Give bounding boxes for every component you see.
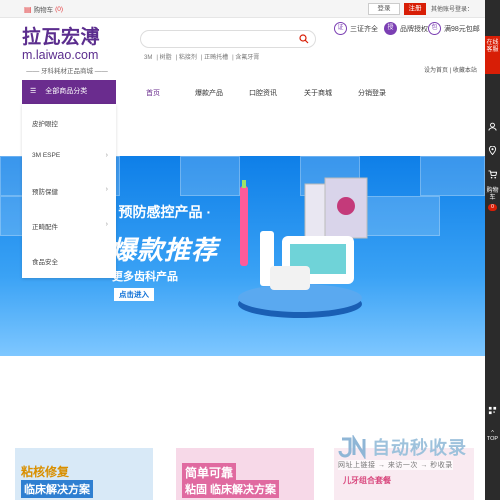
chevron-right-icon: › [105, 221, 108, 228]
mini-cart[interactable]: ▤ 购物车 (0) [24, 4, 64, 15]
category-label: 3M ESPE [32, 152, 61, 159]
search-icon[interactable] [299, 34, 309, 44]
watermark-text: 自动秒收录 [372, 438, 467, 458]
sidebar-cart[interactable]: 购物车 0 [485, 188, 500, 211]
all-categories-button[interactable]: ☰ 全部商品分类 [22, 80, 116, 104]
sidebar-cart-count: 0 [488, 204, 497, 211]
promo-title: 粘核修复 [21, 465, 70, 479]
back-to-top-button[interactable]: ^ TOP [485, 430, 500, 442]
shipping-icon: 包 [428, 22, 441, 35]
register-button[interactable]: 注册 [404, 3, 426, 15]
category-label: 正畸配件 [32, 224, 58, 231]
online-service-tab[interactable]: 在线客服 [485, 36, 500, 74]
badge-label: 满98元包邮 [444, 25, 480, 33]
location-icon[interactable] [488, 146, 497, 155]
category-menu: 皮护眼控 3M ESPE › 预防保健 › 正畸配件 › 食品安全 [22, 104, 116, 278]
badge-label: 三证齐全 [350, 25, 378, 33]
cart-icon[interactable] [488, 170, 497, 179]
nav-dental-news[interactable]: 口腔资讯 [249, 88, 277, 98]
right-toolbar: 在线客服 购物车 0 ^ TOP [485, 0, 500, 500]
promo-card[interactable]: 粘核修复 临床解决方案 [15, 448, 153, 500]
promo-subtitle: 临床解决方案 [21, 480, 93, 498]
category-label: 预防保健 [32, 189, 58, 196]
category-label: 皮护眼控 [32, 121, 58, 128]
hotword-link[interactable]: 树脂 [160, 55, 172, 61]
badge-certified: 证 三证齐全 [334, 22, 378, 35]
logo-cn-text: 拉瓦宏溥 [22, 26, 101, 48]
nav-home[interactable]: 首页 [146, 88, 160, 98]
top-bar: ▤ 购物车 (0) 登录 注册 其他账号登录： [0, 0, 485, 18]
other-login-label: 其他账号登录： [431, 7, 474, 13]
promo-card[interactable]: 简单可靠 粘固 临床解决方案 [176, 448, 314, 500]
qr-code-icon[interactable] [488, 406, 497, 415]
nav-about[interactable]: 关于商城 [304, 88, 332, 98]
badge-free-shipping: 包 满98元包邮 [428, 22, 480, 35]
banner-enter-button[interactable]: 点击进入 [114, 288, 154, 301]
mini-cart-count: (0) [55, 5, 64, 13]
hotword-link[interactable]: 含氟牙膏 [235, 55, 259, 61]
cart-icon: ▤ [24, 4, 32, 14]
search-box[interactable] [140, 30, 316, 48]
banner-subtitle: 更多齿科产品 [112, 271, 178, 283]
logo-tagline: —— 牙科耗材正品商城 —— [26, 68, 108, 75]
product-illustration [238, 177, 368, 318]
home-favorite-links[interactable]: 设为首页 | 收藏本站 [424, 65, 477, 74]
promo-subtitle: 儿牙组合套餐 [343, 476, 391, 485]
hotword-link[interactable]: 粘接剂 [179, 55, 197, 61]
user-icon[interactable] [488, 122, 497, 131]
badge-authorized: 授 品牌授权 [384, 22, 428, 35]
hotword-link[interactable]: 正畸托槽 [204, 55, 228, 61]
logo-domain: m.laiwao.com [22, 48, 99, 62]
banner-headline: · 预防感控产品 · [110, 204, 212, 220]
category-item[interactable]: 3M ESPE › [32, 152, 108, 159]
banner-title: 爆款推荐 [110, 235, 219, 265]
category-item[interactable]: 正畸配件 › [32, 221, 108, 231]
nav-hot-products[interactable]: 爆款产品 [195, 88, 223, 98]
chevron-right-icon: › [105, 186, 108, 193]
nav-distributor-login[interactable]: 分销登录 [358, 88, 386, 98]
site-logo[interactable]: 拉瓦宏溥 m.laiwao.com —— 牙科耗材正品商城 —— [22, 22, 112, 75]
category-item[interactable]: 预防保健 › [32, 186, 108, 196]
watermark-logo-icon [338, 435, 366, 459]
hot-search-words: 3M | 树脂 | 粘接剂 | 正畸托槽 | 含氟牙膏 [144, 55, 260, 61]
category-label: 食品安全 [32, 259, 58, 266]
badge-label: 品牌授权 [400, 25, 428, 33]
authorization-icon: 授 [384, 22, 397, 35]
hotword-link[interactable]: 3M [144, 55, 152, 61]
category-item[interactable]: 食品安全 [32, 256, 108, 266]
certificate-icon: 证 [334, 22, 347, 35]
chevron-right-icon: › [105, 152, 108, 159]
mini-cart-label: 购物车 [33, 7, 54, 14]
watermark-slogan: 网址上链接 → 来访一次 → 秒收录 [338, 460, 453, 470]
watermark: 自动秒收录 [338, 434, 467, 460]
all-categories-label: 全部商品分类 [45, 88, 88, 95]
login-button[interactable]: 登录 [368, 3, 400, 15]
menu-icon: ☰ [30, 88, 37, 95]
promo-subtitle: 粘固 临床解决方案 [182, 480, 280, 498]
category-item[interactable]: 皮护眼控 [32, 118, 108, 128]
main-nav: ☰ 全部商品分类 首页 爆款产品 口腔资讯 关于商城 分销登录 [0, 80, 485, 104]
sidebar-cart-label: 购物车 [486, 188, 499, 201]
back-to-top-label: TOP [486, 436, 499, 442]
